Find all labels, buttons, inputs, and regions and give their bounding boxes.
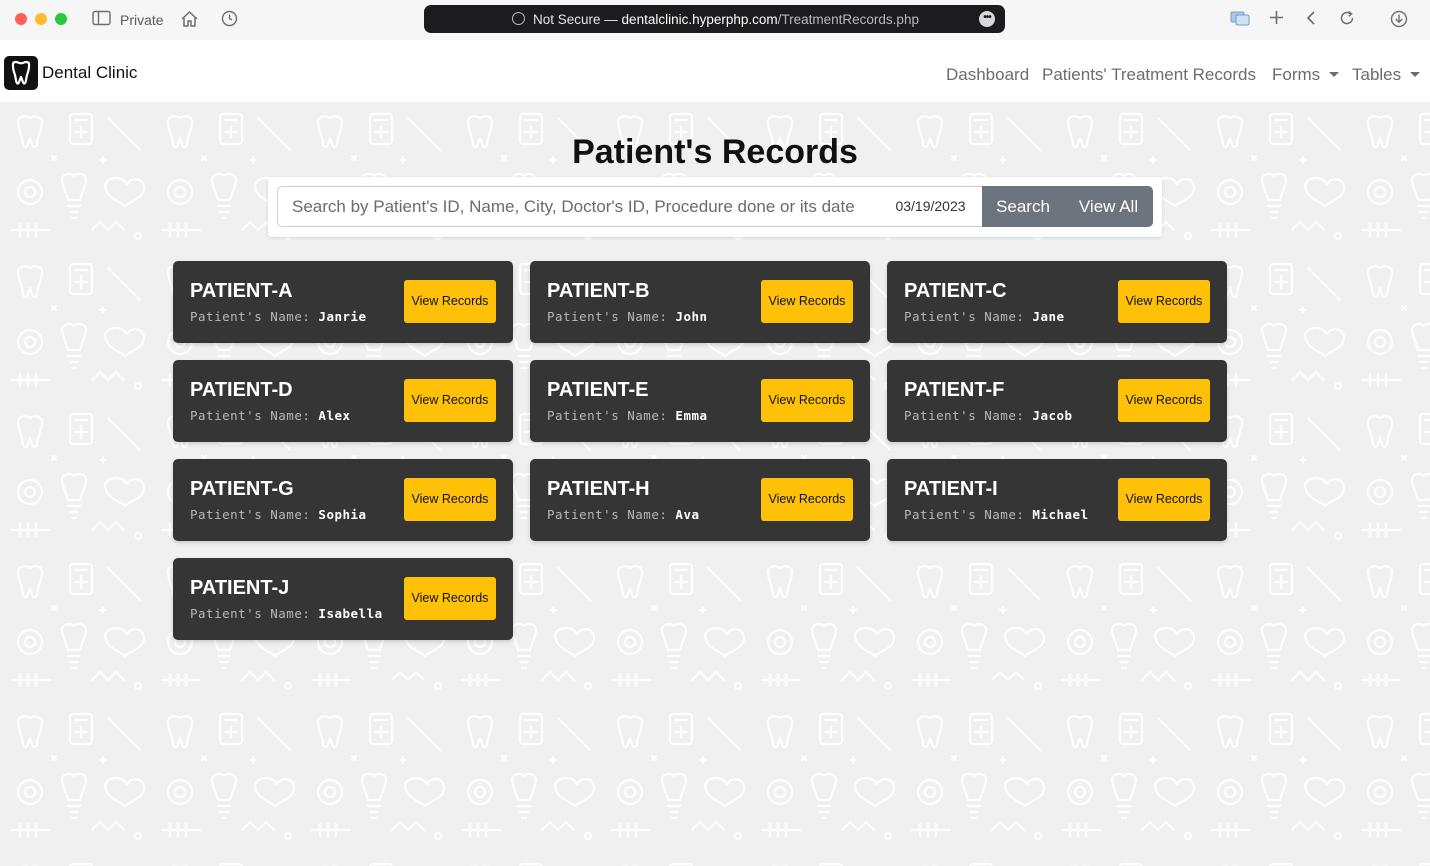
view-records-button[interactable]: View Records	[404, 478, 496, 521]
patient-name-line: Patient's Name: Sophia	[190, 507, 367, 522]
address-bar[interactable]: Not Secure — dentalclinic.hyperphp.com/T…	[424, 5, 1005, 33]
close-window-button[interactable]	[15, 13, 27, 25]
view-records-button[interactable]: View Records	[761, 280, 853, 323]
minimize-window-button[interactable]	[35, 13, 47, 25]
nav-tables-label: Tables	[1352, 65, 1402, 84]
zoom-window-button[interactable]	[55, 13, 67, 25]
nav-tables-dropdown[interactable]: Tables	[1352, 65, 1421, 85]
view-all-button[interactable]: View All	[1064, 186, 1153, 227]
patient-id: PATIENT-D	[190, 379, 293, 401]
patient-name-line: Patient's Name: Janrie	[190, 309, 367, 324]
patient-id: PATIENT-G	[190, 478, 294, 500]
patient-id: PATIENT-F	[904, 379, 1005, 401]
view-records-button[interactable]: View Records	[761, 478, 853, 521]
view-records-button[interactable]: View Records	[404, 379, 496, 422]
view-records-button[interactable]: View Records	[404, 280, 496, 323]
patient-id: PATIENT-B	[547, 280, 650, 302]
view-records-button[interactable]: View Records	[404, 577, 496, 620]
tooth-logo-icon[interactable]	[4, 56, 38, 90]
chevron-down-icon	[1410, 72, 1421, 77]
patient-id: PATIENT-J	[190, 577, 290, 599]
back-icon[interactable]	[1305, 10, 1317, 32]
home-icon[interactable]	[180, 10, 199, 34]
patient-id: PATIENT-I	[904, 478, 998, 500]
patient-name-line: Patient's Name: Jane	[904, 309, 1065, 324]
nav-forms-label: Forms	[1272, 65, 1321, 84]
brand-name[interactable]: Dental Clinic	[42, 63, 137, 83]
patient-card: PATIENT-J Patient's Name: Isabella View …	[173, 558, 513, 640]
main-content: Patient's Records 03/19/2023 Search View…	[0, 102, 1430, 866]
address-text: Not Secure — dentalclinic.hyperphp.com/T…	[533, 12, 919, 27]
patient-card: PATIENT-H Patient's Name: Ava View Recor…	[530, 459, 870, 541]
chevron-down-icon	[1329, 72, 1340, 77]
patient-name-line: Patient's Name: Jacob	[904, 408, 1073, 423]
view-records-button[interactable]: View Records	[1118, 280, 1210, 323]
search-input[interactable]	[277, 186, 983, 227]
view-records-button[interactable]: View Records	[761, 379, 853, 422]
date-input[interactable]: 03/19/2023	[880, 187, 981, 226]
sidebar-icon[interactable]	[92, 10, 111, 32]
view-records-button[interactable]: View Records	[1118, 478, 1210, 521]
nav-forms-dropdown[interactable]: Forms	[1272, 65, 1340, 85]
patient-name-line: Patient's Name: Emma	[547, 408, 708, 423]
search-panel: 03/19/2023 Search View All	[268, 177, 1162, 237]
patient-card: PATIENT-I Patient's Name: Michael View R…	[887, 459, 1227, 541]
private-mode-label: Private	[120, 12, 164, 28]
nav-treatment-records[interactable]: Patients' Treatment Records	[1042, 65, 1256, 85]
patient-id: PATIENT-H	[547, 478, 650, 500]
view-records-button[interactable]: View Records	[1118, 379, 1210, 422]
site-navbar: Dental Clinic Dashboard Patients' Treatm…	[0, 40, 1430, 102]
patient-card: PATIENT-A Patient's Name: Janrie View Re…	[173, 261, 513, 343]
patient-name-line: Patient's Name: Ava	[547, 507, 700, 522]
search-button-group: Search View All	[982, 186, 1153, 227]
patient-card: PATIENT-G Patient's Name: Sophia View Re…	[173, 459, 513, 541]
patient-card: PATIENT-C Patient's Name: Jane View Reco…	[887, 261, 1227, 343]
more-options-icon[interactable]: •••	[979, 11, 995, 27]
patient-id: PATIENT-A	[190, 280, 293, 302]
reload-icon[interactable]	[1339, 10, 1355, 32]
patient-card: PATIENT-E Patient's Name: Emma View Reco…	[530, 360, 870, 442]
patient-card: PATIENT-D Patient's Name: Alex View Reco…	[173, 360, 513, 442]
patient-card: PATIENT-B Patient's Name: John View Reco…	[530, 261, 870, 343]
browser-toolbar: Private Not Secure — dentalclinic.hyperp…	[0, 0, 1430, 40]
patient-name-line: Patient's Name: John	[547, 309, 708, 324]
search-button[interactable]: Search	[982, 186, 1064, 227]
new-tab-icon[interactable]	[1269, 10, 1284, 31]
downloads-icon[interactable]	[1390, 10, 1408, 34]
nav-dashboard[interactable]: Dashboard	[946, 65, 1029, 85]
patient-card: PATIENT-F Patient's Name: Jacob View Rec…	[887, 360, 1227, 442]
patient-name-line: Patient's Name: Isabella	[190, 606, 383, 621]
page-title: Patient's Records	[572, 133, 858, 171]
patient-id: PATIENT-E	[547, 379, 649, 401]
globe-icon	[512, 12, 525, 25]
tab-overview-icon[interactable]	[1230, 10, 1250, 32]
patient-name-line: Patient's Name: Michael	[904, 507, 1089, 522]
history-icon[interactable]	[221, 10, 238, 33]
patient-name-line: Patient's Name: Alex	[190, 408, 351, 423]
patient-id: PATIENT-C	[904, 280, 1007, 302]
